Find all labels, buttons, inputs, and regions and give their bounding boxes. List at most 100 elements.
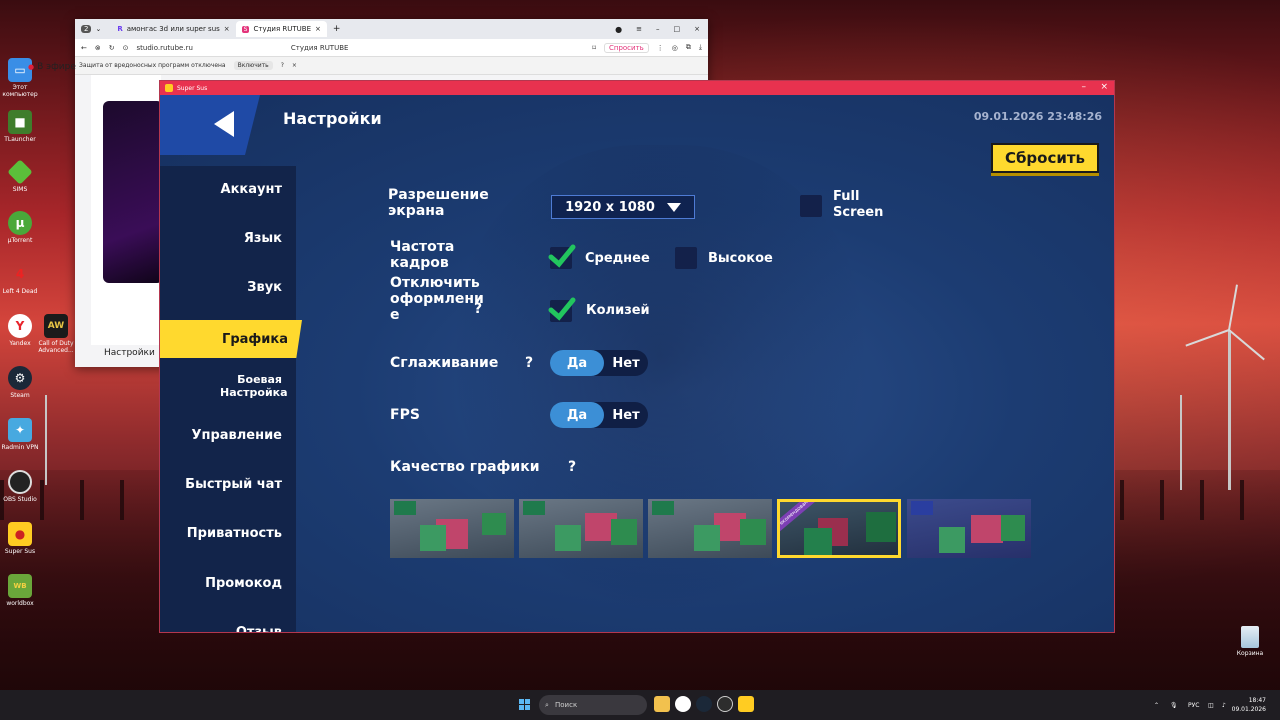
close-icon[interactable]: × (315, 25, 321, 33)
quality-preset-3[interactable] (648, 499, 772, 558)
collections-icon[interactable]: ⧉ (686, 43, 691, 52)
desktop-icon-yandex[interactable]: Y Yandex (0, 314, 40, 347)
help-icon[interactable]: ? (281, 62, 284, 69)
nav-privacy[interactable]: Приватность (160, 526, 296, 541)
framerate-medium-checkbox[interactable] (548, 244, 576, 269)
volume-icon[interactable]: ♪ (1222, 690, 1226, 720)
colosseum-checkbox[interactable] (548, 297, 576, 322)
desktop-icon-trash[interactable]: Корзина (1236, 626, 1264, 657)
supersus-icon (165, 84, 173, 92)
minimize-icon[interactable]: – (656, 25, 660, 33)
studio-settings-link[interactable]: Настройки (104, 348, 155, 358)
tab-studio-rutube[interactable]: S Студия RUTUBE × (235, 21, 327, 37)
reset-button[interactable]: Сбросить (991, 143, 1099, 173)
live-label[interactable]: В эфире (28, 62, 76, 72)
close-icon[interactable]: × (224, 25, 230, 33)
desktop-icon-left4dead[interactable]: 4 Left 4 Dead (0, 262, 40, 296)
toggle-yes[interactable]: Да (550, 402, 604, 428)
shield-icon[interactable]: ⊗ (95, 44, 101, 52)
browser-tab-strip: 2 ⌄ R амонгас 3d или super sus × S Студи… (75, 19, 708, 39)
taskbar-clock[interactable]: 18:47 09.01.2026 (1232, 696, 1266, 714)
ask-button[interactable]: Спросить (603, 42, 649, 53)
close-icon[interactable]: × (292, 62, 297, 69)
tab-count-badge[interactable]: 2 (81, 25, 92, 33)
desktop-icon-worldbox[interactable]: WB worldbox (0, 574, 40, 607)
desktop-icon-obs[interactable]: OBS Studio (0, 470, 40, 503)
page-title: Студия RUTUBE (290, 43, 349, 52)
desktop-icon-radmin[interactable]: ✦ Radmin VPN (0, 418, 40, 451)
nav-feedback[interactable]: Отзыв (160, 625, 296, 632)
network-icon[interactable]: ◫ (1208, 690, 1214, 720)
reload-icon[interactable]: ↻ (109, 44, 115, 52)
address-bar[interactable]: studio.rutube.ru (137, 44, 193, 52)
steam-icon[interactable] (696, 696, 712, 712)
rutube-icon: R (117, 25, 123, 33)
more-icon[interactable]: ⋮ (657, 44, 664, 52)
quality-preset-1[interactable] (390, 499, 514, 558)
bookmark-icon[interactable]: ⌑ (592, 44, 596, 52)
language-indicator[interactable]: РУС (1188, 690, 1199, 720)
tab-amongas[interactable]: R амонгас 3d или super sus × (111, 21, 235, 37)
quality-preset-4[interactable]: Рекомендовано (777, 499, 901, 558)
enable-protection-button[interactable]: Включить (233, 61, 273, 70)
nav-quick-chat[interactable]: Быстрый чат (160, 477, 296, 492)
download-icon[interactable]: ⤓ (699, 43, 702, 52)
profile-icon[interactable]: ● (615, 25, 622, 34)
quality-preset-2[interactable] (519, 499, 643, 558)
nav-controls[interactable]: Управление (160, 428, 296, 443)
obs-icon (8, 470, 32, 494)
toggle-no[interactable]: Нет (604, 356, 648, 371)
nav-language[interactable]: Язык (160, 231, 296, 246)
back-button[interactable] (204, 103, 244, 143)
minimize-icon[interactable]: – (1082, 82, 1087, 92)
wind-turbine (1185, 284, 1265, 490)
help-icon[interactable]: ? (474, 301, 482, 317)
security-infobar: Защита от вредоносных программ отключена… (75, 57, 708, 75)
antialiasing-toggle[interactable]: Да Нет (550, 350, 648, 376)
obs-icon[interactable] (717, 696, 733, 712)
file-explorer-icon[interactable] (654, 696, 670, 712)
yandex-icon[interactable] (675, 696, 691, 712)
new-tab-icon[interactable]: + (333, 24, 341, 34)
back-icon[interactable]: ← (81, 44, 87, 52)
microphone-icon[interactable]: 🎙 (1170, 690, 1178, 720)
nav-promo-code[interactable]: Промокод (160, 576, 296, 591)
dropdown-arrow-icon (666, 202, 681, 212)
desktop-icon-sims[interactable]: SIMS (0, 159, 40, 193)
desktop-icon-steam[interactable]: ⚙ Steam (0, 366, 40, 399)
desktop-icon-supersus[interactable]: ● Super Sus (0, 522, 40, 555)
help-icon[interactable]: ? (525, 355, 533, 371)
sims-icon (7, 159, 33, 185)
resolution-dropdown[interactable]: 1920 x 1080 (551, 195, 695, 219)
tlauncher-icon: ■ (8, 110, 32, 134)
nav-account[interactable]: Аккаунт (160, 182, 296, 197)
toggle-yes[interactable]: Да (550, 350, 604, 376)
chevron-down-icon[interactable]: ⌄ (95, 25, 101, 33)
supersus-icon[interactable] (738, 696, 754, 712)
help-icon[interactable]: ? (568, 459, 576, 475)
left4dead-icon: 4 (15, 266, 25, 281)
windows-start-icon[interactable] (519, 699, 531, 711)
maximize-icon[interactable]: □ (674, 25, 681, 33)
taskbar-search[interactable]: ⌕ Поиск (539, 695, 647, 715)
steam-icon: ⚙ (8, 366, 32, 390)
tray-chevron-icon[interactable]: ⌃ (1154, 690, 1159, 720)
close-window-icon[interactable]: × (694, 25, 700, 33)
toggle-no[interactable]: Нет (604, 408, 648, 423)
menu-icon[interactable]: ≡ (636, 25, 642, 33)
desktop-icon-cod[interactable]: AW Call of Duty Advanced... (36, 314, 76, 354)
nav-sound[interactable]: Звук (160, 280, 296, 295)
close-icon[interactable]: × (1100, 82, 1108, 92)
nav-graphics[interactable]: Графика (160, 320, 302, 358)
desktop-icon-tlauncher[interactable]: ■ TLauncher (0, 110, 40, 143)
wind-turbine (1180, 395, 1182, 490)
fps-toggle[interactable]: Да Нет (550, 402, 648, 428)
radmin-icon: ✦ (8, 418, 32, 442)
desktop-icon-utorrent[interactable]: µ µTorrent (0, 211, 40, 244)
quality-preset-5[interactable] (907, 499, 1031, 558)
video-preview[interactable] (103, 101, 163, 283)
nav-battle-settings[interactable]: Боевая Настройка (160, 373, 296, 399)
fullscreen-checkbox[interactable] (800, 195, 822, 217)
extensions-icon[interactable]: ◎ (672, 44, 678, 52)
framerate-high-checkbox[interactable] (675, 247, 697, 269)
